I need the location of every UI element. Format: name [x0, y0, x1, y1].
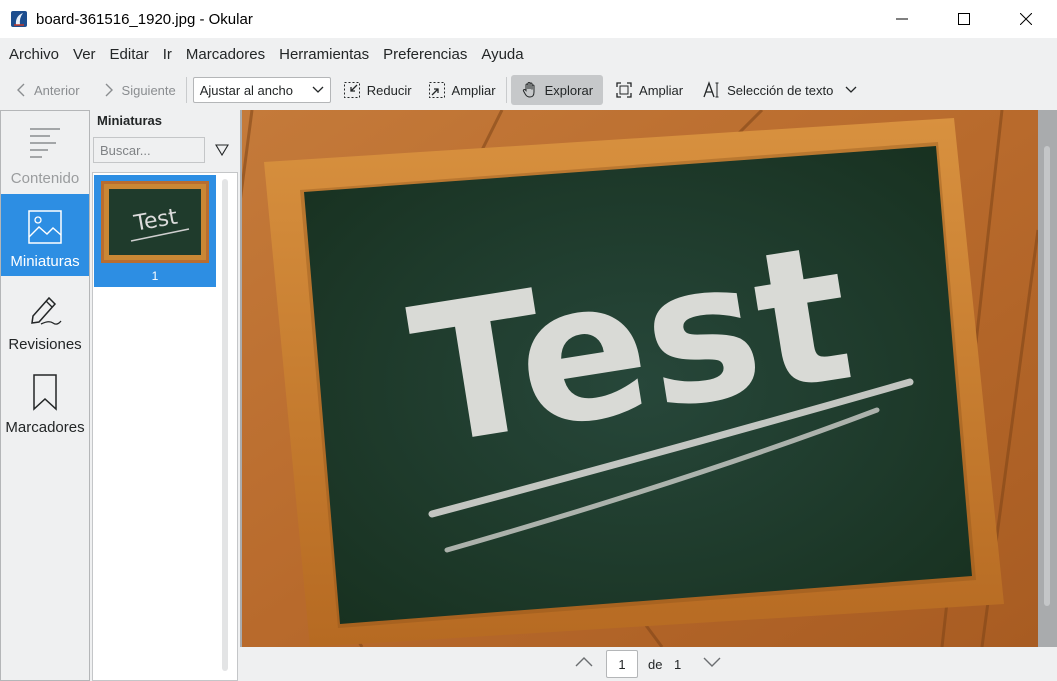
previous-page-label: Anterior [34, 82, 80, 98]
next-page-label: Siguiente [121, 82, 176, 98]
sidebar-tab-reviews[interactable]: Revisiones [1, 277, 89, 359]
browse-tool-button[interactable]: Explorar [510, 75, 604, 105]
title-bar: board-361516_1920.jpg - Okular [0, 0, 1057, 38]
document-viewport[interactable]: Test [240, 110, 1057, 647]
sidebar-tab-thumbnails-label: Miniaturas [10, 253, 80, 270]
menu-herramientas[interactable]: Herramientas [273, 46, 375, 63]
menu-ir[interactable]: Ir [157, 46, 178, 63]
zoom-tool-label: Ampliar [639, 82, 684, 98]
menu-marcadores[interactable]: Marcadores [180, 46, 271, 63]
zoom-tool-button[interactable]: Ampliar [609, 75, 689, 105]
thumbnail-search-input[interactable] [93, 137, 205, 163]
chevron-down-icon[interactable] [703, 656, 721, 668]
zoom-tool-icon [616, 82, 632, 98]
text-select-icon [703, 81, 719, 98]
document-page-image: Test [242, 110, 1038, 647]
chevron-up-icon[interactable] [575, 656, 593, 668]
menu-ver[interactable]: Ver [67, 46, 102, 63]
zoom-select[interactable]: Ajustar al ancho [192, 77, 331, 103]
thumbnail-scrollbar[interactable] [222, 179, 228, 671]
filter-icon[interactable] [215, 144, 229, 156]
previous-page-button[interactable]: Anterior [8, 75, 86, 105]
chevron-down-icon [845, 86, 857, 93]
close-icon [1020, 13, 1032, 25]
window-title: board-361516_1920.jpg - Okular [36, 10, 253, 28]
sidebar-tab-thumbnails[interactable]: Miniaturas [1, 194, 89, 276]
thumbnails-panel-title: Miniaturas [97, 113, 163, 128]
main-toolbar: Anterior Siguiente Ajustar al ancho Redu… [0, 70, 1057, 110]
text-selection-button[interactable]: Selección de texto [697, 75, 839, 105]
zoom-in-icon [428, 82, 445, 98]
menu-archivo[interactable]: Archivo [3, 46, 65, 63]
zoom-in-label: Ampliar [451, 82, 496, 98]
toolbar-separator [185, 77, 187, 103]
pagination-bar: de 1 [240, 647, 1057, 681]
thumbnail-list[interactable]: Test 1 [92, 172, 238, 681]
text-selection-label: Selección de texto [727, 82, 834, 98]
reviews-icon [31, 296, 62, 325]
sidebar-tab-contents-label: Contenido [10, 170, 80, 187]
close-button[interactable] [995, 0, 1057, 38]
chevron-right-icon [105, 83, 113, 97]
menu-bar: Archivo Ver Editar Ir Marcadores Herrami… [0, 38, 1057, 70]
sidebar-tab-bookmarks-label: Marcadores [5, 419, 85, 436]
minimize-button[interactable] [871, 0, 933, 38]
minimize-icon [896, 18, 908, 20]
contents-icon [30, 128, 60, 158]
thumbnails-icon [28, 210, 62, 244]
maximize-icon [958, 13, 970, 25]
sidebar-tab-bookmarks[interactable]: Marcadores [1, 360, 89, 442]
toolbar-separator [505, 77, 507, 103]
zoom-out-label: Reducir [366, 82, 412, 98]
menu-editar[interactable]: Editar [104, 46, 155, 63]
sidebar-tab-contents[interactable]: Contenido [1, 111, 89, 193]
thumbnails-panel: Miniaturas Test 1 [92, 110, 238, 681]
more-tools-dropdown[interactable] [839, 75, 863, 105]
menu-preferencias[interactable]: Preferencias [377, 46, 473, 63]
thumbnail-item[interactable]: Test 1 [94, 175, 216, 287]
next-page-button[interactable]: Siguiente [96, 75, 182, 105]
hand-icon [522, 81, 535, 98]
browse-tool-label: Explorar [544, 82, 594, 98]
thumbnail-page-number: 1 [151, 269, 159, 283]
current-page-input[interactable] [606, 650, 638, 678]
chevron-left-icon [17, 83, 25, 97]
zoom-out-button[interactable]: Reducir [337, 75, 418, 105]
zoom-out-icon [343, 82, 360, 98]
zoom-select-value: Ajustar al ancho [199, 82, 293, 98]
document-vertical-scrollbar[interactable] [1044, 146, 1050, 606]
sidebar-tabs: Contenido Miniaturas Revisiones Marcador… [0, 110, 90, 681]
sidebar-tab-reviews-label: Revisiones [8, 336, 82, 353]
menu-ayuda[interactable]: Ayuda [475, 46, 529, 63]
zoom-in-button[interactable]: Ampliar [422, 75, 502, 105]
okular-app-icon [11, 11, 27, 27]
chevron-down-icon [312, 86, 324, 93]
page-of-label: de [648, 657, 663, 672]
maximize-button[interactable] [933, 0, 995, 38]
thumbnail-image: Test [101, 181, 209, 263]
total-pages: 1 [674, 657, 682, 672]
bookmark-icon [33, 374, 57, 411]
